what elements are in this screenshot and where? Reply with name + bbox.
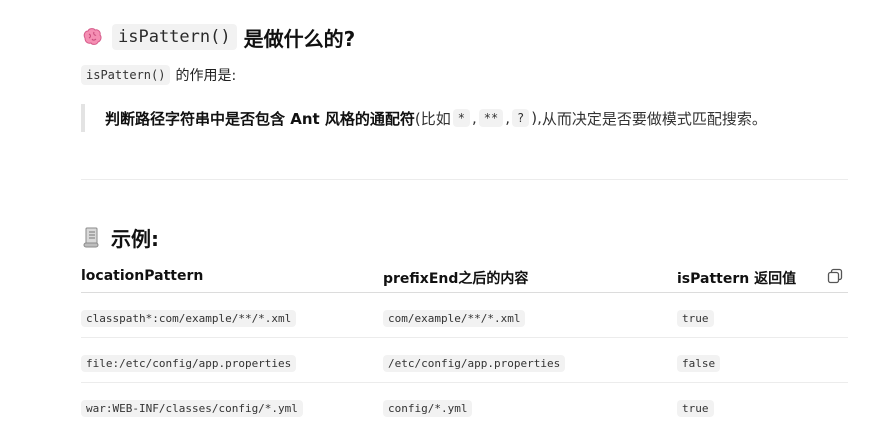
table-row: classpath*:com/example/**/*.xml com/exam… [81,293,848,338]
copy-icon[interactable] [826,267,844,285]
cell-is-pattern: true [677,310,714,327]
cell-is-pattern: false [677,355,721,372]
heading-code: isPattern() [112,24,237,50]
column-header: locationPattern [81,268,204,284]
quote-sep: , [472,109,477,127]
intro-line: isPattern() 的作用是: [81,64,236,86]
quote-open: (比如 [414,109,451,128]
examples-table: locationPattern prefixEnd之后的内容 isPattern… [81,262,848,427]
divider [81,179,848,180]
examples-title: 示例: [111,226,159,251]
quote-close: ), [531,109,542,127]
heading-text: 是做什么的? [243,26,356,51]
wildcard-star: * [452,109,470,127]
blockquote: 判断路径字符串中是否包含 Ant 风格的通配符 (比如 * , ** , ? )… [81,104,767,132]
scroll-icon [81,226,101,248]
cell-is-pattern: true [677,400,714,417]
cell-location-pattern: war:WEB-INF/classes/config/*.yml [81,400,303,417]
quote-bold-text: 判断路径字符串中是否包含 Ant 风格的通配符 [105,109,415,128]
cell-location-pattern: file:/etc/config/app.properties [81,355,297,372]
examples-heading: 示例: [81,222,159,252]
brain-icon [81,26,103,48]
cell-prefix-end: config/*.yml [383,400,473,417]
table-row: file:/etc/config/app.properties /etc/con… [81,338,848,383]
column-header: isPattern 返回值 [677,271,797,287]
table-header: locationPattern prefixEnd之后的内容 isPattern… [81,262,848,293]
cell-prefix-end: com/example/**/*.xml [383,310,526,327]
column-header: prefixEnd之后的内容 [383,271,529,287]
table-row: war:WEB-INF/classes/config/*.yml config/… [81,383,848,427]
section-heading: isPattern() 是做什么的? [81,23,355,51]
cell-location-pattern: classpath*:com/example/**/*.xml [81,310,297,327]
intro-text: 的作用是: [175,68,237,84]
cell-prefix-end: /etc/config/app.properties [383,355,566,372]
quote-tail: 从而决定是否要做模式匹配搜索。 [541,109,767,128]
intro-code: isPattern() [81,65,171,85]
wildcard-double-star: ** [478,109,504,127]
quote-sep: , [505,109,511,127]
wildcard-question: ? [512,109,530,127]
